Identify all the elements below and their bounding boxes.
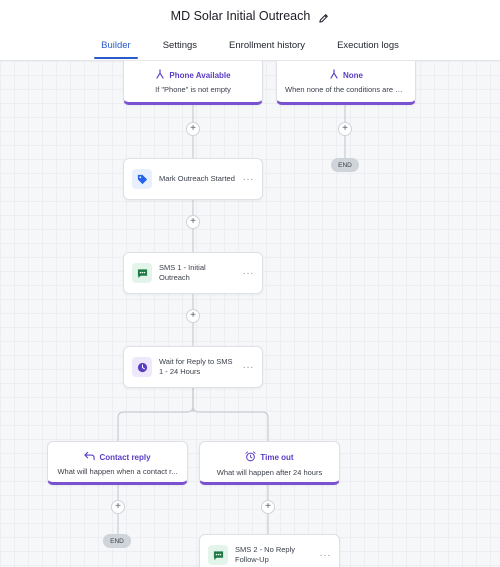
branch-phone-available[interactable]: Phone Available If "Phone" is not empty [123,61,263,105]
action-sms-2[interactable]: SMS 2 - No Reply Follow-Up ··· [199,534,340,567]
tab-execution-logs[interactable]: Execution logs [330,38,406,60]
action-sms-1[interactable]: SMS 1 - Initial Outreach ··· [123,252,263,294]
end-node: END [331,158,359,172]
action-label: Mark Outreach Started [159,174,235,184]
add-step-button[interactable]: + [111,500,125,514]
alarm-clock-icon [245,451,256,464]
action-label: Wait for Reply to SMS 1 - 24 Hours [159,357,233,376]
more-options-icon[interactable]: ··· [243,174,255,185]
reply-icon [84,451,96,463]
more-options-icon[interactable]: ··· [243,362,255,373]
pencil-edit-icon[interactable] [318,11,329,23]
workflow-title: MD Solar Initial Outreach [170,9,311,23]
branch-title: Phone Available [169,70,231,80]
branch-time-out[interactable]: Time out What will happen after 24 hours [199,441,340,485]
action-label: SMS 1 - Initial Outreach [159,263,206,282]
add-step-button[interactable]: + [261,500,275,514]
tab-settings[interactable]: Settings [156,38,204,60]
add-step-button[interactable]: + [186,309,200,323]
add-step-button[interactable]: + [186,215,200,229]
action-label: SMS 2 - No Reply Follow-Up [235,545,296,564]
branch-condition: When none of the conditions are met [285,85,408,94]
clock-icon [132,357,152,377]
tab-builder[interactable]: Builder [94,38,138,60]
branch-icon [329,69,339,81]
sms-icon [208,545,228,565]
branch-title: Time out [260,453,294,462]
branch-none[interactable]: None When none of the conditions are met [276,61,416,105]
branch-icon [155,69,165,81]
end-node: END [103,534,131,548]
branch-condition: If "Phone" is not empty [155,85,231,94]
add-step-button[interactable]: + [338,122,352,136]
branch-contact-reply[interactable]: Contact reply What will happen when a co… [47,441,188,485]
sms-icon [132,263,152,283]
tab-bar: Builder Settings Enrollment history Exec… [0,38,500,60]
workflow-canvas[interactable]: Phone Available If "Phone" is not empty … [0,61,500,567]
more-options-icon[interactable]: ··· [243,268,255,279]
action-mark-outreach-started[interactable]: Mark Outreach Started ··· [123,158,263,200]
branch-title: None [343,70,363,80]
tab-enrollment-history[interactable]: Enrollment history [222,38,312,60]
title-row: MD Solar Initial Outreach [0,7,500,25]
more-options-icon[interactable]: ··· [320,550,332,561]
add-step-button[interactable]: + [186,122,200,136]
workflow-header: MD Solar Initial Outreach Builder Settin… [0,0,500,61]
action-wait-for-reply[interactable]: Wait for Reply to SMS 1 - 24 Hours ··· [123,346,263,388]
branch-condition: What will happen when a contact r... [57,467,178,476]
connector-lines [117,105,346,534]
branch-title: Contact reply [99,452,151,462]
branch-condition: What will happen after 24 hours [216,468,323,477]
tag-icon [132,169,152,189]
